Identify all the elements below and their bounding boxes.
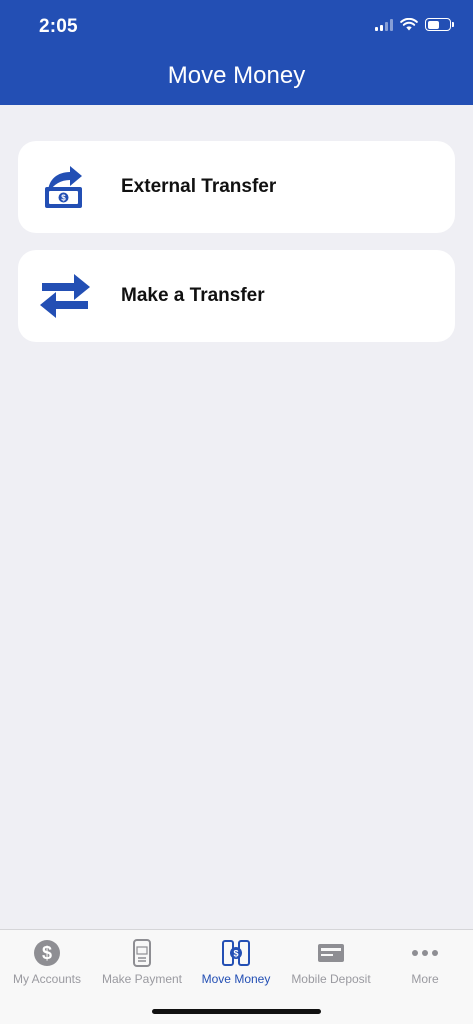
pay-phone-icon bbox=[95, 938, 189, 968]
svg-text:$: $ bbox=[61, 194, 66, 203]
external-transfer-label: External Transfer bbox=[121, 176, 277, 197]
tab-label: Make Payment bbox=[101, 972, 183, 986]
tab-my-accounts[interactable]: $ My Accounts bbox=[0, 938, 94, 986]
page-title: Move Money bbox=[167, 62, 306, 89]
tab-label: Move Money bbox=[201, 972, 271, 986]
battery-icon bbox=[425, 18, 454, 31]
tab-label: Mobile Deposit bbox=[291, 972, 371, 986]
tab-make-payment[interactable]: Make Payment bbox=[95, 938, 189, 986]
home-indicator bbox=[152, 1009, 321, 1014]
tab-mobile-deposit[interactable]: Mobile Deposit bbox=[284, 938, 378, 986]
header: 2:05 Move Money bbox=[0, 0, 473, 105]
check-deposit-icon bbox=[284, 938, 378, 968]
svg-text:$: $ bbox=[42, 943, 52, 963]
external-transfer-icon: $ bbox=[36, 161, 94, 213]
make-transfer-label: Make a Transfer bbox=[121, 285, 265, 306]
status-time: 2:05 bbox=[39, 16, 78, 37]
tab-label: My Accounts bbox=[12, 972, 82, 986]
status-icons bbox=[375, 18, 454, 31]
make-transfer-button[interactable]: Make a Transfer bbox=[18, 250, 455, 342]
more-dots-icon bbox=[378, 938, 472, 968]
tab-label: More bbox=[411, 972, 439, 986]
svg-text:$: $ bbox=[233, 949, 238, 959]
transfer-arrows-icon bbox=[36, 270, 94, 322]
move-money-icon: $ bbox=[189, 938, 283, 968]
move-money-screen: 2:05 Move Money $ External Transfer Make… bbox=[0, 0, 473, 1024]
cellular-signal-icon bbox=[375, 18, 393, 31]
tab-move-money[interactable]: $ Move Money bbox=[189, 938, 283, 986]
external-transfer-button[interactable]: $ External Transfer bbox=[18, 141, 455, 233]
tab-more[interactable]: More bbox=[378, 938, 472, 986]
wifi-icon bbox=[400, 18, 418, 31]
dollar-circle-icon: $ bbox=[0, 938, 94, 968]
